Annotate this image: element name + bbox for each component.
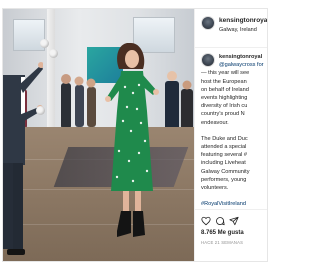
caption-hashtag[interactable]: #RoyalVisitIreland	[201, 200, 267, 208]
caption-line: country's proud N	[201, 111, 245, 118]
juggling-ball	[36, 106, 45, 115]
post-actions: 8.765 Me gusta HACE 21 SEMANAS	[195, 209, 267, 261]
like-count[interactable]: 8.765 Me gusta	[201, 230, 244, 236]
caption-line: events highlighting	[201, 95, 248, 102]
caption-line: endeavour.	[201, 119, 229, 126]
post-photo[interactable]	[3, 9, 194, 261]
photo-woman-green-dress	[105, 43, 159, 237]
post-date[interactable]: HACE 21 SEMANAS	[201, 240, 243, 245]
heart-icon[interactable]	[201, 216, 211, 226]
caption-line: including Liveheat	[201, 160, 246, 167]
caption-line: on behalf of Ireland	[201, 86, 249, 93]
comment-icon[interactable]	[215, 216, 225, 226]
caption-mention[interactable]: @galwaycross for	[219, 62, 264, 68]
caption-line: The Duke and Duc	[201, 135, 248, 142]
post-header: kensingtonroyal Galway, Ireland	[195, 9, 267, 48]
post-sidebar: kensingtonroyal Galway, Ireland kensingt…	[194, 9, 267, 261]
photo-man-juggling	[3, 62, 43, 255]
caption-line: — this year will see	[201, 70, 250, 77]
instagram-post: kensingtonroyal Galway, Ireland kensingt…	[2, 8, 268, 262]
post-caption: kensingtonroyal @galwaycross for — this …	[201, 53, 267, 208]
author-username[interactable]: kensingtonroyal	[219, 17, 267, 24]
share-icon[interactable]	[229, 216, 239, 226]
caption-line: Galway Community	[201, 168, 250, 175]
caption-line: diversity of Irish cu	[201, 103, 248, 110]
caption-line: featuring several #	[201, 152, 248, 159]
caption-line: attended a special	[201, 144, 247, 151]
post-location[interactable]: Galway, Ireland	[219, 27, 257, 33]
caption-line: volunteers.	[201, 185, 229, 192]
juggling-ball	[49, 49, 58, 58]
caption-author[interactable]: kensingtonroyal	[219, 54, 262, 60]
caption-line: performers, young	[201, 176, 247, 183]
author-avatar[interactable]	[201, 16, 215, 30]
caption-line: host the European	[201, 78, 247, 85]
juggling-ball	[40, 39, 49, 48]
